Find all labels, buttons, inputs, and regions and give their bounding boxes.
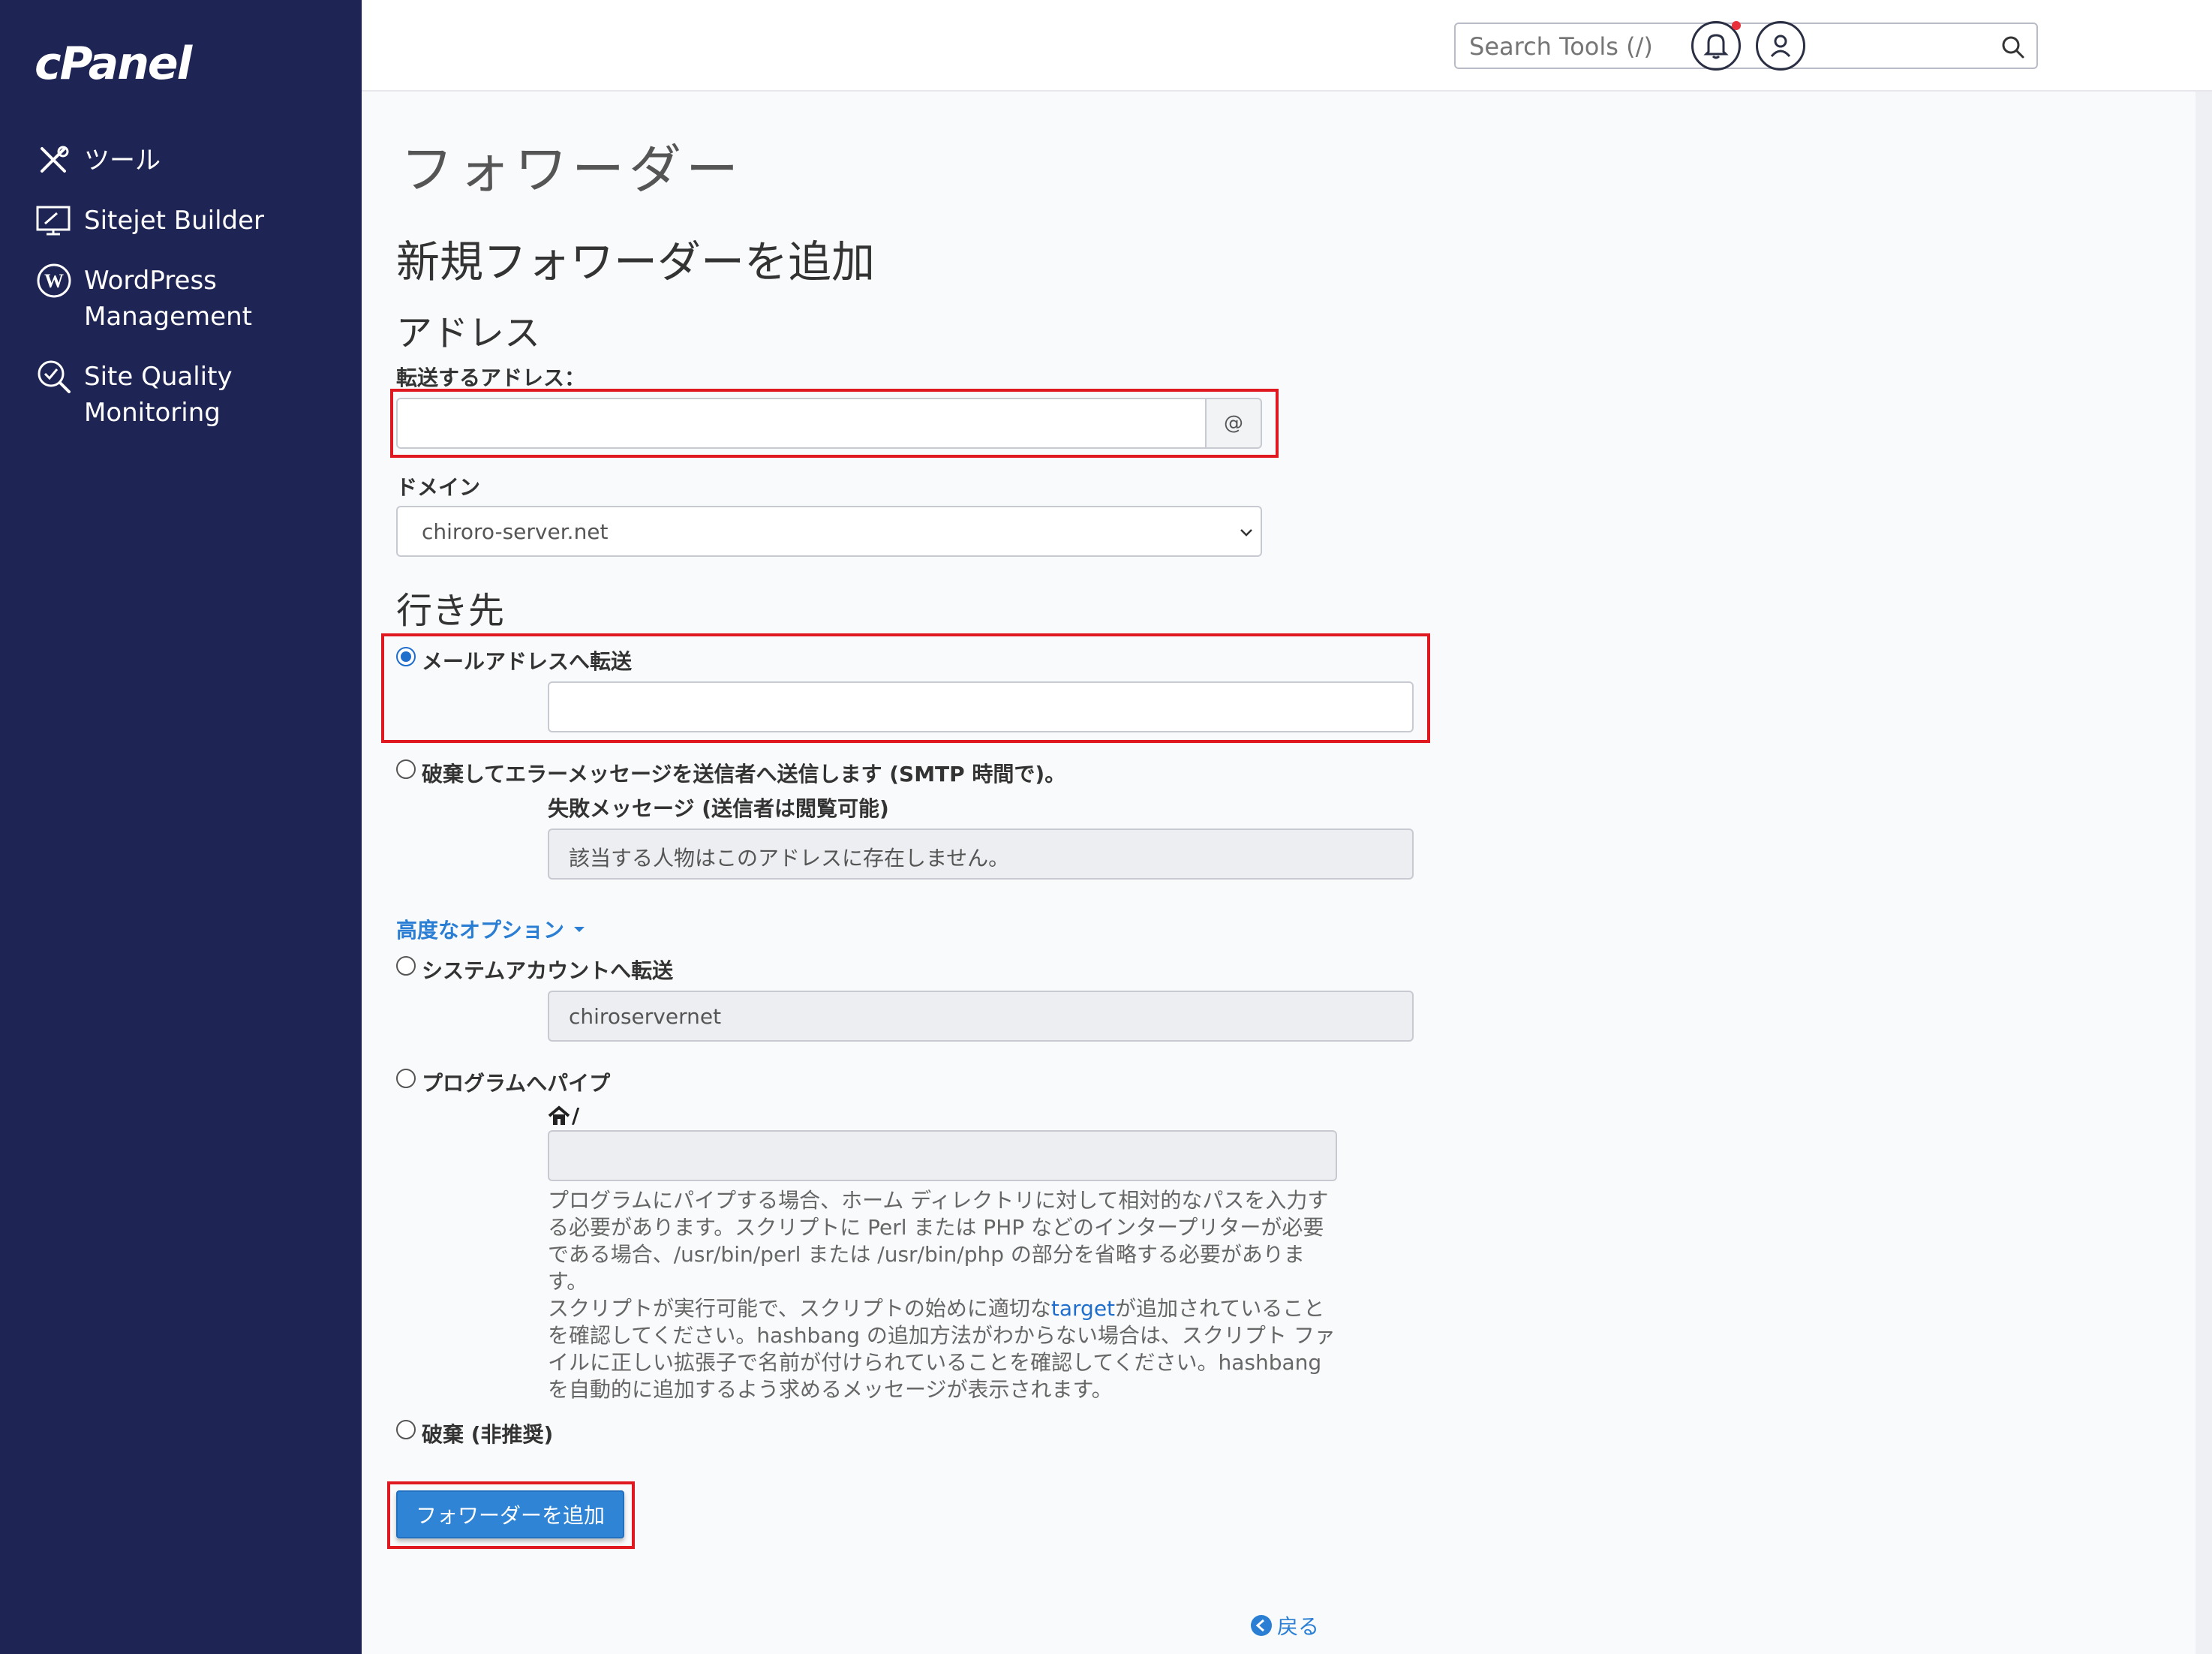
advanced-options-label: 高度なオプション: [396, 918, 565, 943]
search-box[interactable]: [1454, 23, 2038, 69]
help-line: る必要があります。スクリプトに Perl または PHP などのインタープリター…: [548, 1215, 1324, 1240]
notification-badge: [1732, 21, 1741, 30]
search-icon[interactable]: [2000, 35, 2026, 60]
sidebar-item-tools[interactable]: ツール: [35, 143, 161, 180]
discard-label: 破棄 (非推奨): [422, 1422, 554, 1447]
cpanel-logo[interactable]: cPanel: [35, 38, 192, 90]
failure-message-value: 該当する人物はこのアドレスに存在しません。: [569, 846, 1010, 871]
scrollbar-track[interactable]: [2195, 92, 2212, 1654]
pipe-prefix-slash: /: [572, 1103, 580, 1128]
chevron-down-icon: [1240, 529, 1252, 537]
page-title: フォワーダー: [401, 139, 743, 200]
target-link[interactable]: target: [1051, 1296, 1115, 1321]
help-line: を自動的に追加するよう求めるメッセージが表示されます。: [548, 1377, 1113, 1402]
back-link-label: 戻る: [1277, 1614, 1320, 1639]
sidebar-item-site-quality[interactable]: Site Quality Monitoring: [35, 359, 233, 431]
pipe-help-text: プログラムにパイプする場合、ホーム ディレクトリに対して相対的なパスを入力す る…: [548, 1187, 1343, 1403]
top-header: [362, 0, 2212, 92]
domain-label: ドメイン: [396, 475, 481, 500]
radio-forward-email[interactable]: [396, 647, 416, 666]
radio-discard-error[interactable]: [396, 759, 416, 779]
help-text-segment: スクリプトが実行可能で、スクリプトの始めに適切な: [548, 1296, 1051, 1321]
help-line: イルに正しい拡張子で名前が付けられていることを確認してください。hashbang: [548, 1350, 1322, 1375]
radio-pipe-program[interactable]: [396, 1069, 416, 1088]
home-icon: [548, 1105, 570, 1125]
sidebar-item-label: ツール: [84, 146, 161, 176]
help-line: スクリプトが実行可能で、スクリプトの始めに適切なtargetが追加されていること: [548, 1295, 1343, 1322]
sidebar-item-label: Sitejet Builder: [84, 206, 265, 236]
site-quality-icon: [38, 360, 71, 393]
discard-error-label: 破棄してエラーメッセージを送信者へ送信します (SMTP 時間で)。: [422, 762, 1066, 786]
sidebar-item-label-line1: Site Quality: [84, 362, 233, 392]
system-account-label: システムアカウントへ転送: [422, 958, 674, 983]
sitejet-icon: [36, 206, 71, 236]
forward-address-label: 転送するアドレス：: [396, 365, 586, 390]
sidebar-item-sitejet[interactable]: Sitejet Builder: [35, 203, 264, 240]
forward-email-input[interactable]: [548, 681, 1414, 732]
section-title: 新規フォワーダーを追加: [396, 236, 876, 287]
failure-message-input[interactable]: 該当する人物はこのアドレスに存在しません。: [548, 829, 1414, 880]
at-symbol-addon: @: [1205, 398, 1262, 449]
sidebar-item-label-line2: Management: [84, 302, 252, 332]
sidebar-item-label-line2: Monitoring: [84, 398, 221, 428]
user-account-icon[interactable]: [1756, 21, 1805, 71]
radio-discard[interactable]: [396, 1420, 416, 1439]
radio-system-account[interactable]: [396, 956, 416, 976]
address-heading: アドレス: [396, 312, 541, 354]
pipe-prefix: /: [548, 1103, 579, 1128]
domain-selected-value: chiroro-server.net: [422, 519, 609, 544]
sidebar-item-label: WordPress Management: [84, 263, 252, 335]
destination-heading: 行き先: [396, 590, 505, 632]
help-line: を確認してください。hashbang の追加方法がわからない場合は、スクリプト …: [548, 1323, 1336, 1348]
system-account-value: chiroservernet: [569, 1004, 722, 1029]
caret-down-icon: [574, 927, 585, 932]
svg-text:W: W: [44, 270, 64, 292]
help-line: である場合、/usr/bin/perl または /usr/bin/php の部分…: [548, 1242, 1305, 1294]
tools-icon: [41, 146, 69, 173]
back-arrow-icon: [1251, 1615, 1272, 1636]
domain-select[interactable]: chiroro-server.net: [396, 506, 1262, 557]
failure-message-label: 失敗メッセージ (送信者は閲覧可能): [548, 796, 889, 821]
sidebar: cPanel ツール Sitejet Builder W WordPress M…: [0, 0, 362, 1654]
system-account-input[interactable]: chiroservernet: [548, 991, 1414, 1042]
wordpress-icon: W: [37, 263, 71, 298]
forward-address-input[interactable]: [396, 398, 1207, 449]
help-text-segment: が追加されていること: [1115, 1296, 1325, 1321]
advanced-options-toggle[interactable]: 高度なオプション: [396, 914, 587, 944]
sidebar-item-wordpress[interactable]: W WordPress Management: [35, 263, 252, 335]
pipe-label: プログラムへパイプ: [422, 1071, 611, 1096]
forward-email-label: メールアドレスへ転送: [422, 649, 633, 674]
help-line: プログラムにパイプする場合、ホーム ディレクトリに対して相対的なパスを入力す: [548, 1188, 1329, 1213]
back-link[interactable]: 戻る: [1250, 1610, 1319, 1640]
add-forwarder-button[interactable]: フォワーダーを追加: [396, 1490, 624, 1538]
pipe-program-input[interactable]: [548, 1130, 1337, 1181]
sidebar-item-label: Site Quality Monitoring: [84, 359, 233, 431]
sidebar-item-label-line1: WordPress: [84, 266, 217, 296]
